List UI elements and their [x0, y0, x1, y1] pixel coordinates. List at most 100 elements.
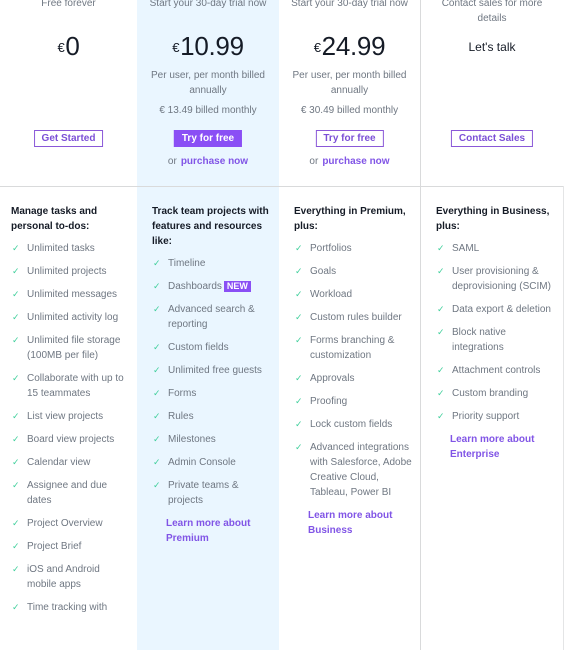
feature-item: ✓ Unlimited messages [12, 289, 118, 300]
checkmark-icon: ✓ [12, 411, 20, 421]
monthly-price-note: € 30.49 billed monthly [300, 105, 399, 116]
try-for-free-button[interactable]: Try for free [315, 130, 384, 147]
plan-tagline: Start your 30-day trial now [291, 0, 408, 9]
feature-item: ✓ Forms branching & customization [295, 335, 395, 361]
price-note: Per user, per month billed annually [292, 70, 407, 96]
feature-item: ✓ Assignee and due dates [12, 480, 108, 506]
try-for-free-button[interactable]: Try for free [173, 130, 243, 147]
currency-symbol: € [313, 40, 321, 55]
checkmark-icon: ✓ [295, 266, 303, 276]
purchase-now-link[interactable]: purchase now [322, 156, 389, 167]
feature-item: ✓ Custom rules builder [295, 312, 402, 323]
get-started-button[interactable]: Get Started [33, 130, 104, 147]
monthly-price-note: € 13.49 billed monthly [159, 105, 257, 116]
checkmark-icon: ✓ [12, 564, 20, 574]
currency-symbol: € [57, 40, 65, 55]
purchase-option: or purchase now [309, 156, 390, 167]
learn-more-enterprise-link[interactable]: Learn more about Enterprise [450, 432, 550, 462]
feature-item: ✓ Unlimited free guests [153, 365, 262, 376]
plan-header-enterprise: Contact sales for more details Let's tal… [421, 0, 563, 186]
checkmark-icon: ✓ [153, 365, 161, 375]
plan-header-premium: Start your 30-day trial now €10.99 Per u… [137, 0, 279, 186]
feature-item: ✓ Advanced search & reporting [153, 304, 255, 330]
new-badge: NEW [223, 281, 251, 292]
price-amount: 24.99 [321, 31, 386, 61]
checkmark-icon: ✓ [153, 258, 161, 268]
purchase-now-link[interactable]: purchase now [181, 156, 248, 167]
checkmark-icon: ✓ [437, 327, 445, 337]
checkmark-icon: ✓ [295, 243, 303, 253]
learn-more-premium-link[interactable]: Learn more about Premium [166, 516, 266, 546]
feature-item: ✓ SAML [437, 243, 480, 254]
feature-item: ✓ Admin Console [153, 457, 236, 468]
checkmark-icon: ✓ [12, 457, 20, 467]
price-note: Per user, per month billed annually [151, 70, 265, 96]
feature-list: ✓ Unlimited tasks ✓ Unlimited projects ✓ Un… [11, 241, 129, 615]
plan-price: €0 [0, 31, 137, 61]
checkmark-icon: ✓ [12, 335, 20, 345]
checkmark-icon: ✓ [437, 243, 445, 253]
checkmark-icon: ✓ [12, 602, 20, 612]
learn-more-business-link[interactable]: Learn more about Business [308, 508, 408, 538]
feature-item: ✓ Block native integrations [437, 327, 506, 353]
plan-column-enterprise: Contact sales for more details Let's tal… [420, 0, 563, 650]
feature-item: ✓ Milestones [153, 434, 216, 445]
feature-item: ✓ Project Overview [12, 518, 103, 529]
feature-item: ✓ Rules [153, 411, 194, 422]
checkmark-icon: ✓ [12, 373, 20, 383]
plan-column-basic: Free forever €0 Get Started Manage tasks… [0, 0, 137, 650]
checkmark-icon: ✓ [437, 388, 445, 398]
checkmark-icon: ✓ [437, 365, 445, 375]
right-border [563, 186, 564, 650]
currency-symbol: € [172, 40, 180, 55]
checkmark-icon: ✓ [153, 457, 161, 467]
checkmark-icon: ✓ [153, 388, 161, 398]
checkmark-icon: ✓ [295, 396, 303, 406]
purchase-option: or purchase now [167, 156, 249, 167]
feature-item: ✓ Lock custom fields [295, 419, 393, 430]
contact-sales-button[interactable]: Contact Sales [450, 130, 534, 147]
feature-item: ✓ Time tracking with [12, 602, 108, 613]
feature-item: ✓ Calendar view [12, 457, 91, 468]
feature-item: ✓ Dashboards NEW [152, 279, 271, 294]
feature-item: ✓ Timeline [153, 258, 206, 269]
checkmark-icon: ✓ [295, 289, 303, 299]
features-title: Everything in Premium, plus: [294, 206, 406, 232]
plan-column-business: Start your 30-day trial now €24.99 Per u… [279, 0, 420, 650]
feature-item: ✓ Attachment controls [437, 365, 541, 376]
feature-list: ✓ SAML ✓ User provisioning & deprovisionin… [436, 241, 555, 424]
checkmark-icon: ✓ [12, 480, 20, 490]
checkmark-icon: ✓ [437, 304, 445, 314]
checkmark-icon: ✓ [295, 312, 303, 322]
feature-item: ✓ Custom fields [153, 342, 229, 353]
feature-item: ✓ iOS and Android mobile apps [12, 564, 100, 590]
checkmark-icon: ✓ [12, 434, 20, 444]
plan-price-text: Let's talk [468, 40, 516, 54]
feature-item: ✓ Collaborate with up to 15 teammates [12, 373, 124, 399]
checkmark-icon: ✓ [153, 304, 161, 314]
header-divider [0, 186, 563, 187]
feature-item: ✓ User provisioning & deprovisioning (SCI… [437, 266, 551, 292]
feature-item: ✓ Unlimited activity log [12, 312, 119, 323]
plan-header-basic: Free forever €0 Get Started [0, 0, 137, 186]
price-amount: 10.99 [180, 31, 244, 61]
plan-header-business: Start your 30-day trial now €24.99 Per u… [279, 0, 420, 186]
checkmark-icon: ✓ [12, 243, 20, 253]
feature-item: ✓ Advanced integrations with Salesforce, … [295, 442, 412, 498]
checkmark-icon: ✓ [295, 419, 303, 429]
pricing-table: Free forever €0 Get Started Manage tasks… [0, 0, 564, 650]
features-title: Everything in Business, plus: [436, 206, 550, 232]
feature-item: ✓ Proofing [295, 396, 348, 407]
checkmark-icon: ✓ [153, 411, 161, 421]
feature-item: ✓ Board view projects [12, 434, 115, 445]
plan-tagline: Free forever [41, 0, 96, 9]
feature-item: ✓ Priority support [437, 411, 520, 422]
plan-tagline: Contact sales for more details [441, 0, 543, 24]
plan-price: €10.99 [137, 31, 279, 61]
feature-item: ✓ Unlimited file storage (100MB per file) [12, 335, 121, 361]
feature-item: ✓ Forms [153, 388, 197, 399]
plan-features-basic: Manage tasks and personal to-dos: ✓ Unlim… [11, 204, 129, 623]
checkmark-icon: ✓ [437, 266, 445, 276]
feature-item: ✓ Workload [295, 289, 353, 300]
feature-item: ✓ Unlimited projects [12, 266, 107, 277]
